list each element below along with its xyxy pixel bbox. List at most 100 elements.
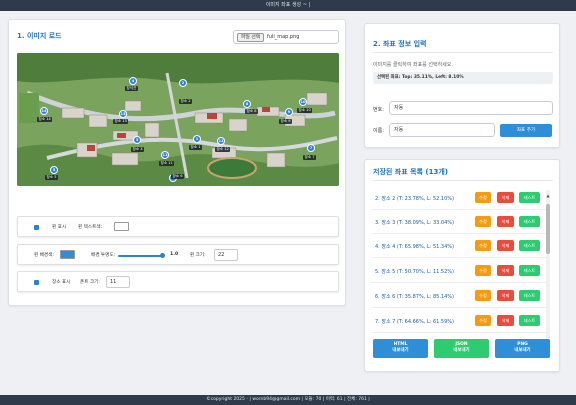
test-button[interactable]: 테스트 — [519, 192, 540, 203]
map-pin[interactable]: 11 — [161, 151, 169, 159]
map-pin-label: 장소 12 — [215, 147, 231, 152]
map-pin[interactable]: 13 — [119, 110, 127, 118]
edit-button[interactable]: 수정 — [475, 240, 491, 251]
file-name: full_map.png — [267, 34, 300, 40]
delete-button[interactable]: 삭제 — [497, 315, 514, 326]
map-pin-label: 장소 3 — [131, 147, 145, 152]
font-size-label: 폰트 크기: — [80, 280, 100, 285]
map-pin[interactable]: 4 — [129, 77, 137, 85]
list-item-text: 4. 장소 4 (T: 65.98%, L: 51.34%) — [375, 244, 454, 250]
test-button[interactable]: 테스트 — [519, 216, 540, 227]
pin-size-label: 핀 크기: — [190, 253, 206, 258]
list-item-text: 6. 장소 6 (T: 35.87%, L: 85.14%) — [375, 294, 454, 300]
list-item-text: 7. 장소 7 (T: 64.66%, L: 61.59%) — [375, 319, 454, 325]
divider — [373, 180, 553, 181]
saved-panel-title: 저장된 좌표 목록 (13개) — [373, 168, 448, 176]
map-pin[interactable]: 7 — [307, 144, 315, 152]
scroll-up-icon[interactable]: ▲ — [546, 193, 550, 198]
map-pin[interactable]: 12 — [217, 137, 225, 145]
list-item-text: 2. 장소 2 (T: 23.78%, L: 52.10%) — [375, 196, 454, 202]
edit-button[interactable]: 수정 — [475, 265, 491, 276]
export-png-button[interactable]: PNG 내보내기 — [495, 339, 550, 358]
map-pin[interactable]: 2 — [179, 79, 187, 87]
delete-button[interactable]: 삭제 — [497, 216, 514, 227]
selected-coord: 선택된 좌표: Top: 35.11%, Left: 8.10% — [373, 72, 553, 84]
image-panel-title: 1. 이미지 로드 — [17, 32, 62, 40]
map-pin-label: 장소 7 — [303, 155, 317, 160]
map-pin-label: 장소 6 — [171, 174, 185, 179]
name-label: 이름: — [373, 128, 384, 134]
number-input[interactable]: 자동 — [389, 101, 553, 115]
delete-button[interactable]: 삭제 — [497, 192, 514, 203]
list-item: 6. 장소 6 (T: 35.87%, L: 85.14%) 수정 삭제 테스트 — [371, 286, 547, 308]
edit-button[interactable]: 수정 — [475, 216, 491, 227]
map-pin-label: 장소 14 — [37, 117, 53, 122]
window-title: 이미지 좌표 생성 ~ | — [0, 0, 576, 11]
map-pin-label: 장소 9 — [279, 119, 293, 124]
font-size-input[interactable]: 11 — [106, 276, 130, 288]
map-pin-label: 장소 1 — [189, 145, 203, 150]
map-pin-label: 장소 5 — [45, 175, 59, 180]
coord-panel-title: 2. 좌표 정보 입력 — [373, 40, 427, 48]
show-pins-label: 핀 표시 — [52, 225, 67, 230]
list-item: 7. 장소 7 (T: 64.66%, L: 61.59%) 수정 삭제 테스트 — [371, 311, 547, 333]
list-item: 5. 장소 5 (T: 50.70%, L: 11.52%) 수정 삭제 테스트 — [371, 261, 547, 283]
bg-opacity-slider[interactable] — [118, 255, 162, 257]
map-pin[interactable]: 5 — [50, 166, 58, 174]
pin-bg-color-picker[interactable] — [60, 250, 75, 259]
bg-opacity-slider-thumb[interactable] — [160, 253, 165, 258]
pin-bg-color-label: 핀 배경색: — [34, 253, 54, 258]
export-png-sublabel: 내보내기 — [514, 348, 531, 353]
file-input[interactable]: 파일 선택 full_map.png — [233, 30, 339, 44]
pin-text-color-picker[interactable] — [114, 222, 129, 231]
name-input[interactable]: 자동 — [389, 123, 495, 137]
map-pin[interactable]: 9 — [285, 108, 293, 116]
map-pin[interactable]: 8 — [243, 100, 251, 108]
coord-hint: 이미지를 클릭하여 좌표를 선택하세요. — [373, 62, 453, 68]
delete-button[interactable]: 삭제 — [497, 290, 514, 301]
image-panel: 1. 이미지 로드 파일 선택 full_map.png 4 창석관 2 장소 … — [8, 19, 346, 306]
footer: ©copyright 2025 - | wornb94@gmail.com | … — [0, 395, 576, 405]
campus-map-image[interactable]: 4 창석관 2 장소 2 8 장소 8 9 장소 9 10 장소 10 14 장… — [17, 53, 339, 186]
map-pin[interactable]: 3 — [133, 136, 141, 144]
coord-input-panel: 2. 좌표 정보 입력 이미지를 클릭하여 좌표를 선택하세요. 선택된 좌표:… — [364, 23, 560, 148]
divider — [373, 52, 553, 53]
pin-size-input[interactable]: 22 — [214, 249, 238, 261]
delete-button[interactable]: 삭제 — [497, 240, 514, 251]
test-button[interactable]: 테스트 — [519, 240, 540, 251]
show-pins-checkbox[interactable] — [34, 225, 39, 230]
show-places-checkbox[interactable] — [34, 280, 39, 285]
list-item: 2. 장소 2 (T: 23.78%, L: 52.10%) 수정 삭제 테스트 — [371, 188, 547, 210]
pin-style-controls: 핀 배경색: 배경 투명도: 1.0 핀 크기: 22 — [17, 244, 339, 265]
edit-button[interactable]: 수정 — [475, 192, 491, 203]
show-places-label: 장소 표시 — [52, 280, 71, 285]
list-item: 4. 장소 4 (T: 65.98%, L: 51.34%) 수정 삭제 테스트 — [371, 236, 547, 258]
export-json-sublabel: 내보내기 — [453, 348, 470, 353]
map-pin-label: 장소 13 — [113, 119, 129, 124]
delete-button[interactable]: 삭제 — [497, 265, 514, 276]
export-html-button[interactable]: HTML 내보내기 — [373, 339, 428, 358]
add-coord-button[interactable]: 좌표 추가 — [500, 124, 552, 137]
test-button[interactable]: 테스트 — [519, 265, 540, 276]
bg-opacity-value: 1.0 — [170, 252, 179, 257]
place-display-controls: 장소 표시 폰트 크기: 11 — [17, 271, 339, 292]
pin-display-controls: 핀 표시 핀 텍스트색: — [17, 216, 339, 237]
map-pin[interactable]: 14 — [40, 107, 48, 115]
map-pin[interactable]: 1 — [193, 135, 201, 143]
saved-coords-list: 2. 장소 2 (T: 23.78%, L: 52.10%) 수정 삭제 테스트… — [371, 188, 553, 336]
number-label: 번호: — [373, 107, 384, 113]
map-pin-label: 장소 8 — [245, 109, 259, 114]
map-pin-label: 장소 11 — [159, 161, 175, 166]
edit-button[interactable]: 수정 — [475, 290, 491, 301]
test-button[interactable]: 테스트 — [519, 315, 540, 326]
file-select-button[interactable]: 파일 선택 — [237, 33, 265, 42]
map-pin[interactable]: 10 — [299, 98, 307, 106]
export-json-button[interactable]: JSON 내보내기 — [434, 339, 489, 358]
list-scrollbar-thumb[interactable] — [546, 204, 550, 254]
list-item-text: 5. 장소 5 (T: 50.70%, L: 11.52%) — [375, 269, 454, 275]
map-pin-label: 장소 2 — [179, 99, 193, 104]
test-button[interactable]: 테스트 — [519, 290, 540, 301]
list-item: 3. 장소 3 (T: 38.09%, L: 33.04%) 수정 삭제 테스트 — [371, 212, 547, 234]
map-pin-label: 창석관 — [125, 86, 138, 91]
edit-button[interactable]: 수정 — [475, 315, 491, 326]
